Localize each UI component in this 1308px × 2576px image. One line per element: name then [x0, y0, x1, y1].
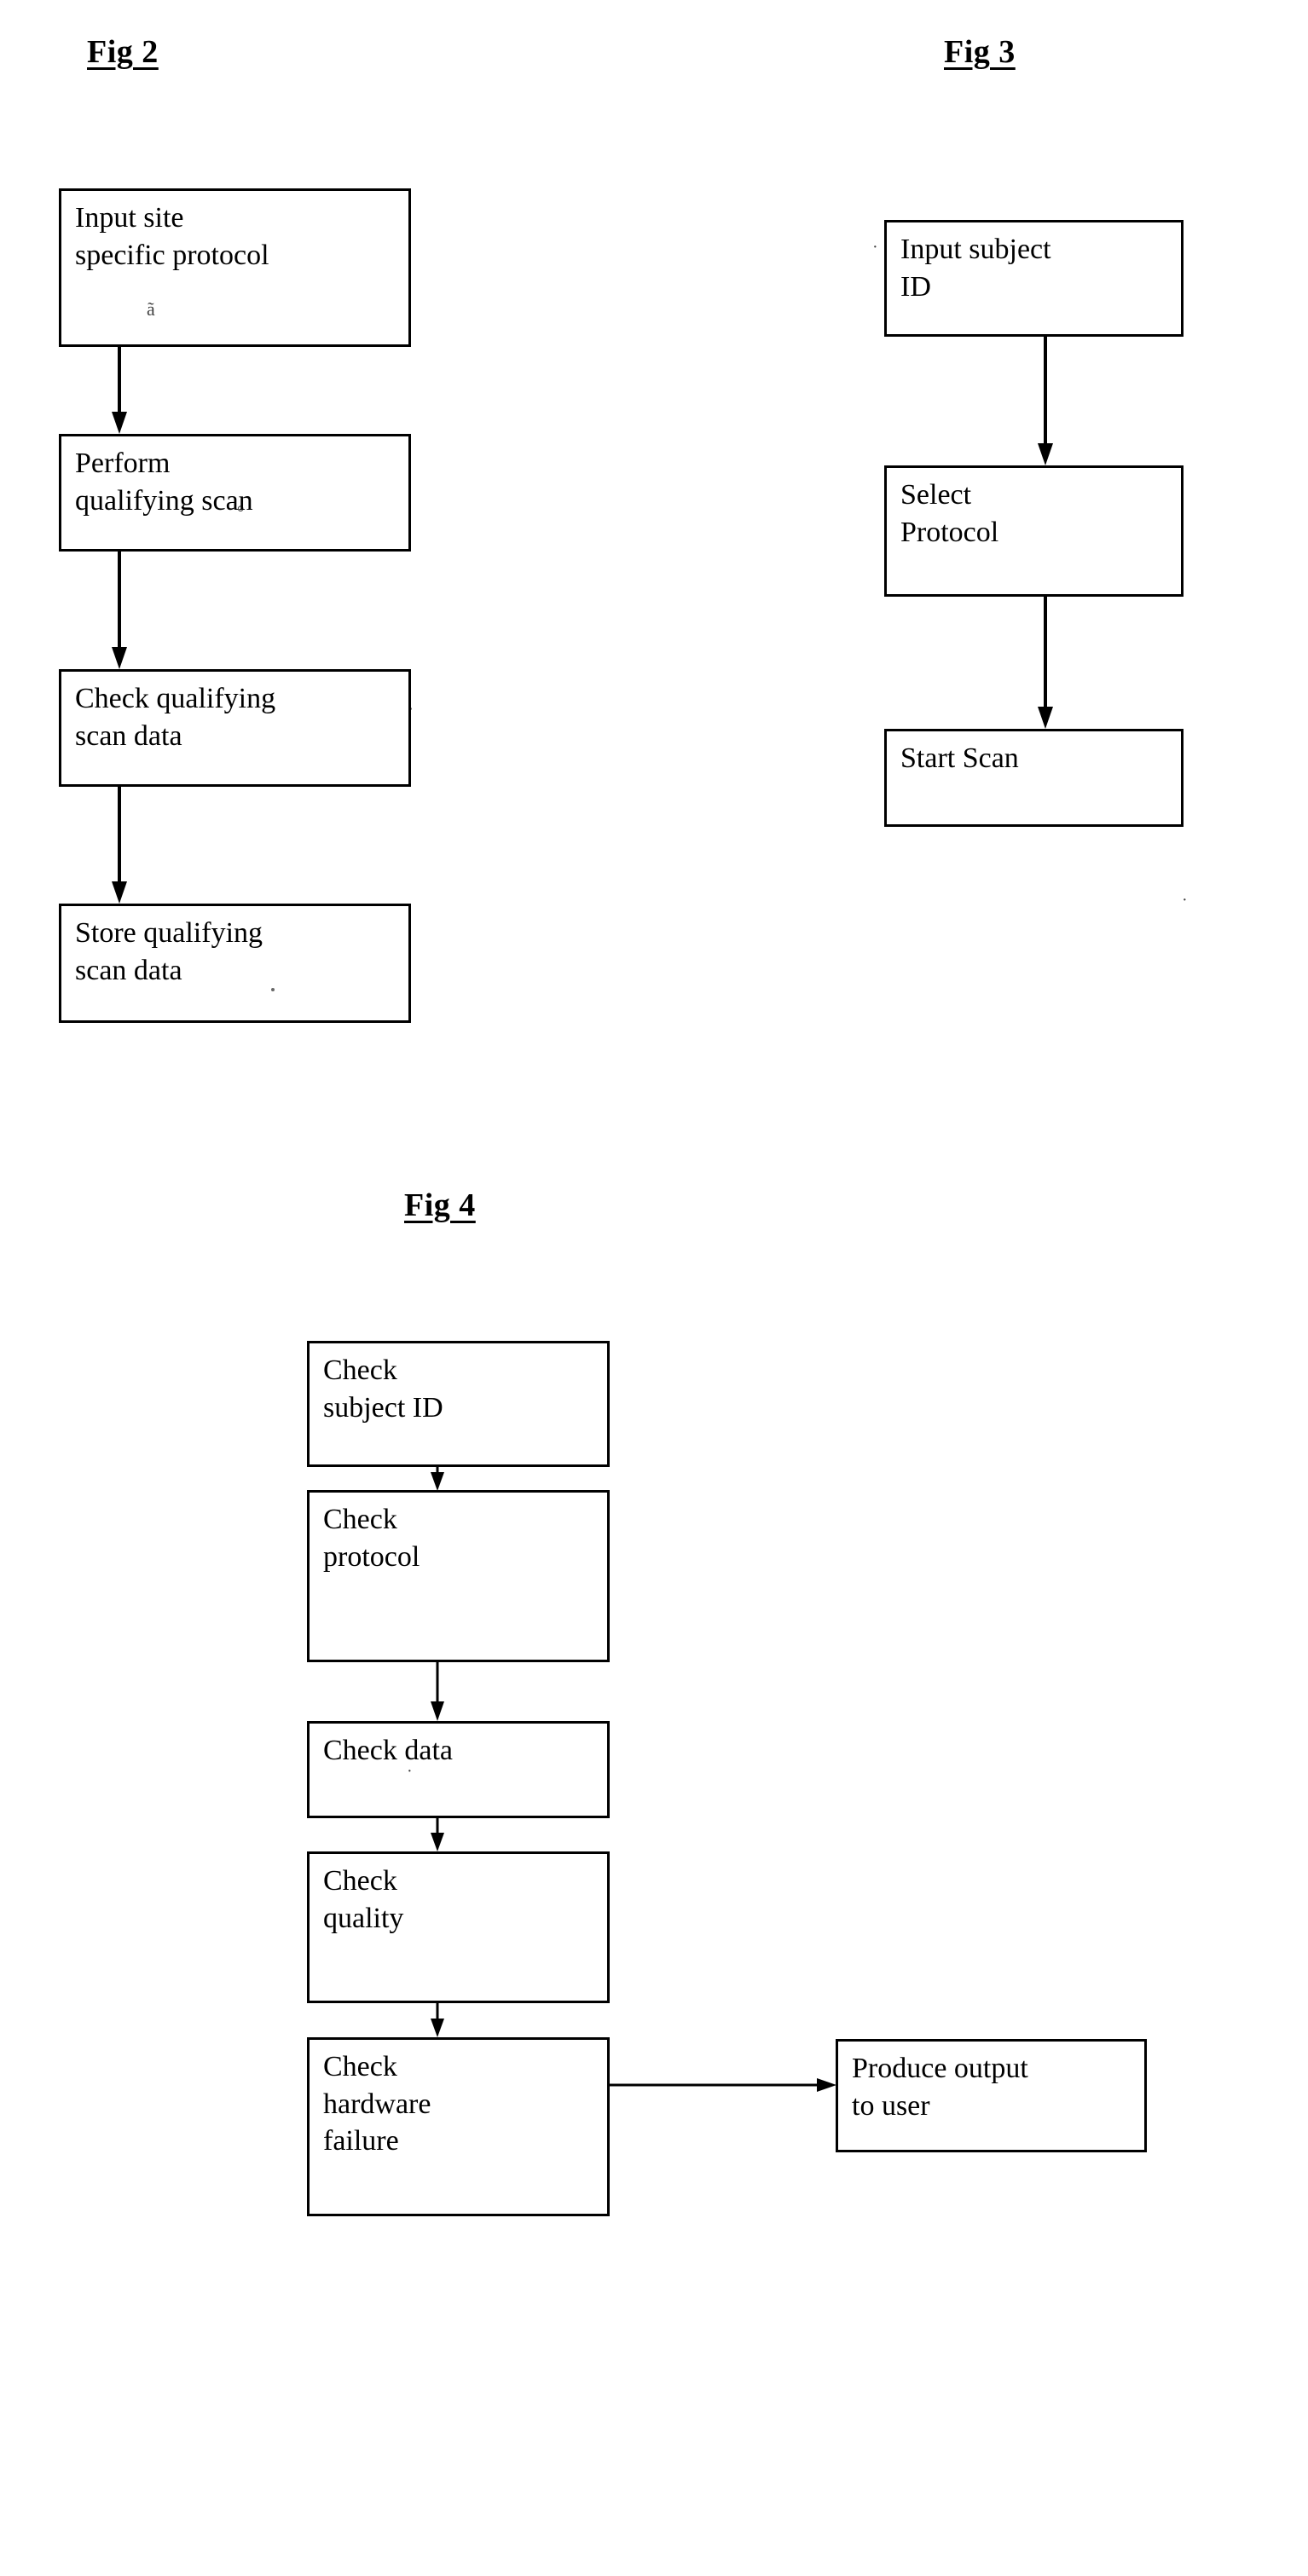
flow-node-label: Produce output to user — [852, 2053, 1028, 2122]
connector-fig2-n1-to-n2 — [112, 347, 127, 436]
flow-node-check-data[interactable]: Check data — [307, 1721, 610, 1818]
flow-node-check-hardware-failure[interactable]: Check hardware failure — [307, 2037, 610, 2216]
connector-fig4-n4-to-n5 — [430, 2003, 445, 2039]
connector-fig2-n3-to-n4 — [112, 787, 127, 905]
flow-node-check-quality[interactable]: Check quality — [307, 1851, 610, 2003]
flow-node-check-qualifying-scan-data[interactable]: Check qualifying scan data — [59, 669, 411, 787]
flow-node-label: Check quality — [323, 1865, 404, 1934]
scan-artifact-mark: ã — [147, 298, 155, 320]
scan-artifact-mark: ⸰ — [236, 500, 246, 517]
connector-fig3-n2-to-n3 — [1038, 597, 1053, 731]
connector-fig4-n2-to-n3 — [430, 1662, 445, 1723]
flow-node-label: Check data — [323, 1735, 453, 1766]
flow-node-store-qualifying-scan-data[interactable]: Store qualifying scan data — [59, 904, 411, 1023]
flow-node-label: Input site specific protocol — [75, 202, 269, 271]
figure-caption-fig4: Fig 4 — [404, 1187, 476, 1223]
figure-caption-fig2: Fig 2 — [87, 34, 159, 70]
flow-node-label: Check qualifying scan data — [75, 683, 276, 752]
connector-fig4-n1-to-n2 — [430, 1467, 445, 1492]
scan-artifact-mark: · — [1182, 891, 1188, 910]
flow-node-label: Check hardware failure — [323, 2051, 431, 2157]
flow-node-label: Store qualifying scan data — [75, 917, 263, 986]
connector-fig4-n3-to-n4 — [430, 1818, 445, 1853]
connector-fig2-n2-to-n3 — [112, 552, 127, 671]
scan-speck-dot — [408, 708, 412, 710]
flow-node-check-protocol[interactable]: Check protocol — [307, 1490, 610, 1662]
flow-node-check-subject-id[interactable]: Check subject ID — [307, 1341, 610, 1467]
scan-artifact-mark: · — [407, 1762, 413, 1781]
flow-node-label: Input subject ID — [900, 234, 1051, 303]
flow-node-label: Check protocol — [323, 1504, 420, 1573]
flow-node-label: Select Protocol — [900, 479, 999, 548]
flow-node-label: Start Scan — [900, 742, 1019, 774]
flow-node-input-subject-id[interactable]: Input subject ID — [884, 220, 1184, 337]
patent-figure-sheet: Fig 2 Input site specific protocol Perfo… — [0, 0, 1308, 2576]
connector-fig4-n5-to-n6 — [610, 2077, 838, 2093]
flow-node-produce-output-to-user[interactable]: Produce output to user — [836, 2039, 1147, 2152]
flow-node-label: Check subject ID — [323, 1354, 443, 1424]
connector-fig3-n1-to-n2 — [1038, 337, 1053, 467]
scan-artifact-mark: · — [872, 238, 878, 257]
flow-node-select-protocol[interactable]: Select Protocol — [884, 465, 1184, 597]
flow-node-start-scan[interactable]: Start Scan — [884, 729, 1184, 827]
scan-speck-dot — [271, 988, 275, 991]
figure-caption-fig3: Fig 3 — [944, 34, 1016, 70]
flow-node-input-site-specific-protocol[interactable]: Input site specific protocol — [59, 188, 411, 347]
flow-node-perform-qualifying-scan[interactable]: Perform qualifying scan — [59, 434, 411, 552]
